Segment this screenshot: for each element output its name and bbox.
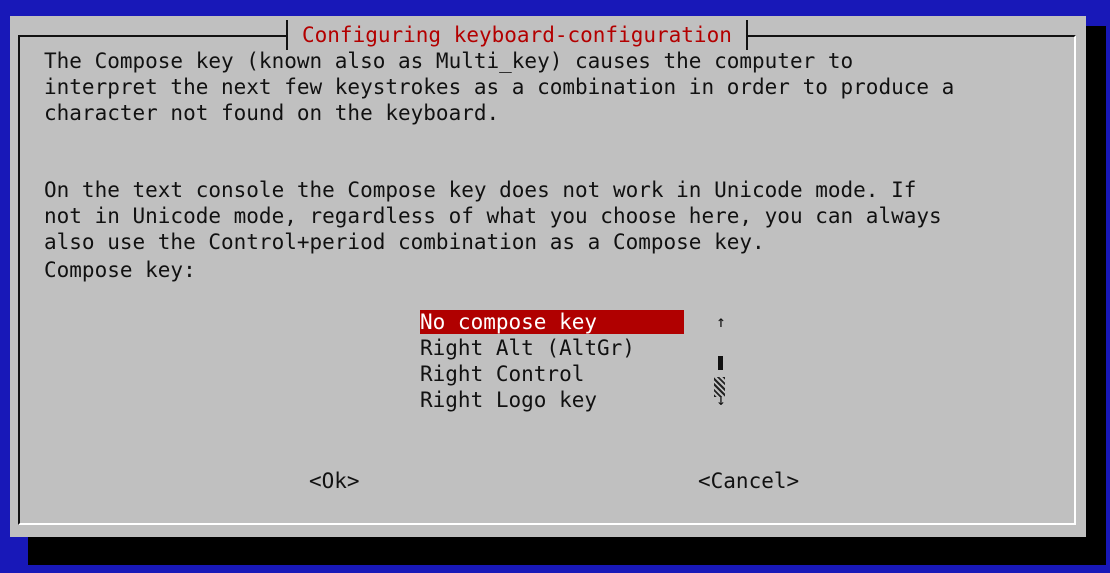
option-no-compose-key[interactable]: No compose key	[420, 310, 684, 334]
dialog-shadow-bottom	[28, 537, 1106, 565]
option-right-logo-key[interactable]: Right Logo key	[420, 388, 684, 412]
dialog-shadow-right	[1086, 26, 1106, 565]
dialog-title: Configuring keyboard-configuration	[286, 20, 748, 50]
option-right-control[interactable]: Right Control	[420, 362, 684, 386]
ok-button[interactable]: <Ok>	[309, 468, 360, 494]
cancel-button[interactable]: <Cancel>	[698, 468, 799, 494]
option-right-alt[interactable]: Right Alt (AltGr)	[420, 336, 684, 360]
scroll-up-arrow-icon[interactable]: ↑	[712, 312, 730, 331]
scrollbar-thumb[interactable]	[718, 356, 723, 370]
description-line-2: interpret the next few keystrokes as a c…	[44, 75, 955, 99]
configuration-dialog: Configuring keyboard-configuration The C…	[10, 16, 1086, 537]
compose-key-prompt: Compose key:	[44, 258, 196, 282]
description-line-3: character not found on the keyboard.	[44, 101, 500, 125]
description-line-6: also use the Control+period combination …	[44, 230, 765, 254]
scroll-down-arrow-icon[interactable]: ↓	[712, 390, 730, 409]
description-line-5: not in Unicode mode, regardless of what …	[44, 204, 942, 228]
description-line-1: The Compose key (known also as Multi_key…	[44, 49, 854, 73]
description-line-4: On the text console the Compose key does…	[44, 178, 917, 202]
